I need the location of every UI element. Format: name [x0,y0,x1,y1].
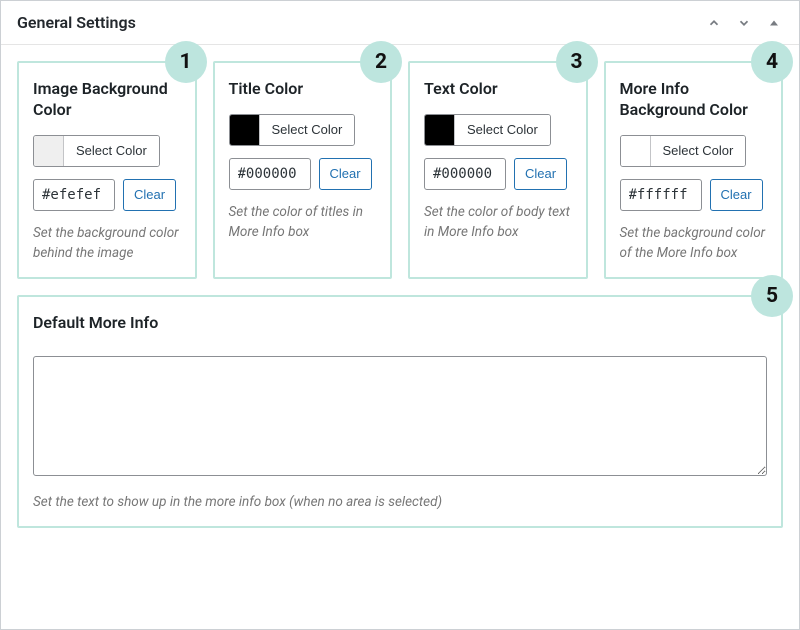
color-swatch [425,115,455,145]
general-settings-panel: General Settings 1 Image Background Colo… [0,0,800,630]
hex-input[interactable] [424,158,506,190]
hex-input[interactable] [620,179,702,211]
panel-body: 1 Image Background Color Select Color Cl… [1,45,799,544]
move-up-button[interactable] [701,10,727,36]
clear-button[interactable]: Clear [710,179,763,211]
card-description: Set the background color of the More Inf… [620,223,768,264]
color-picker[interactable]: Select Color [620,135,747,167]
card-description: Set the color of titles in More Info box [229,202,377,243]
hex-input-row: Clear [620,179,768,211]
collapse-toggle-button[interactable] [761,10,787,36]
move-down-button[interactable] [731,10,757,36]
chevron-down-icon [737,16,751,30]
clear-button[interactable]: Clear [514,158,567,190]
select-color-button[interactable]: Select Color [64,136,159,166]
title-color-card: 2 Title Color Select Color Clear Set the… [213,61,393,279]
select-color-button[interactable]: Select Color [260,115,355,145]
panel-title: General Settings [17,13,136,32]
card-title: More Info Background Color [620,79,768,121]
default-moreinfo-card: 5 Default More Info Set the text to show… [17,295,783,528]
card-description: Set the background color behind the imag… [33,223,181,264]
clear-button[interactable]: Clear [123,179,176,211]
hex-input[interactable] [33,179,115,211]
select-color-button[interactable]: Select Color [651,136,746,166]
moreinfo-textarea[interactable] [33,356,767,476]
moreinfo-bg-color-card: 4 More Info Background Color Select Colo… [604,61,784,279]
hex-input-row: Clear [33,179,181,211]
hex-input-row: Clear [229,158,377,190]
card-title: Default More Info [33,313,767,334]
step-badge: 4 [751,41,793,83]
image-bg-color-card: 1 Image Background Color Select Color Cl… [17,61,197,279]
text-color-card: 3 Text Color Select Color Clear Set the … [408,61,588,279]
step-badge: 2 [360,41,402,83]
color-swatch [34,136,64,166]
triangle-up-icon [768,17,780,29]
card-description: Set the text to show up in the more info… [33,492,767,512]
color-swatch [230,115,260,145]
hex-input[interactable] [229,158,311,190]
card-title: Image Background Color [33,79,181,121]
select-color-button[interactable]: Select Color [455,115,550,145]
color-swatch [621,136,651,166]
step-badge: 5 [751,275,793,317]
step-badge: 3 [556,41,598,83]
color-picker[interactable]: Select Color [33,135,160,167]
color-picker[interactable]: Select Color [424,114,551,146]
hex-input-row: Clear [424,158,572,190]
card-title: Text Color [424,79,572,100]
card-title: Title Color [229,79,377,100]
card-description: Set the color of body text in More Info … [424,202,572,243]
panel-controls [701,10,787,36]
color-picker[interactable]: Select Color [229,114,356,146]
chevron-up-icon [707,16,721,30]
color-cards-row: 1 Image Background Color Select Color Cl… [17,61,783,279]
step-badge: 1 [165,41,207,83]
panel-header: General Settings [1,1,799,45]
clear-button[interactable]: Clear [319,158,372,190]
